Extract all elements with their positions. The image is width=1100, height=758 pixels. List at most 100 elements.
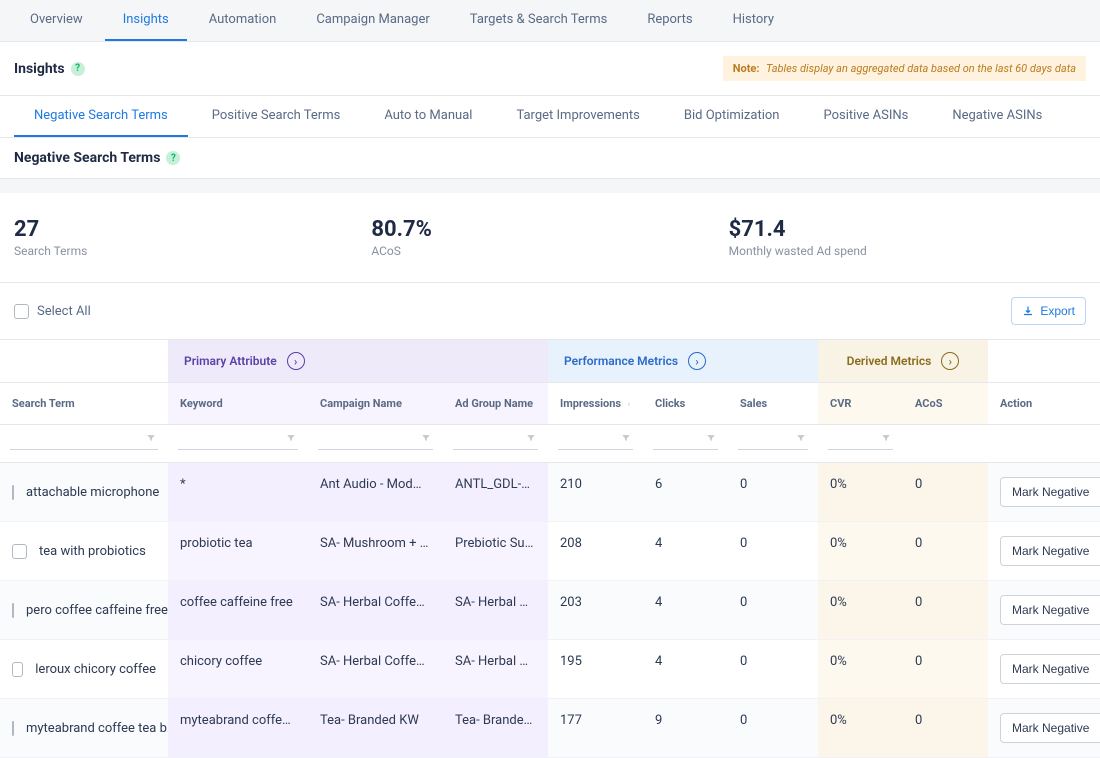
topnav-item-campaign-manager[interactable]: Campaign Manager bbox=[298, 0, 447, 41]
row-checkbox[interactable] bbox=[12, 721, 14, 736]
col-cvr[interactable]: CVR bbox=[818, 383, 903, 425]
cell-cvr: 0% bbox=[818, 699, 903, 758]
topnav-item-insights[interactable]: Insights bbox=[105, 0, 187, 41]
group-action-spacer bbox=[988, 340, 1100, 383]
cell-campaign: Tea- Branded KW bbox=[308, 699, 443, 758]
filter-icon[interactable] bbox=[706, 433, 716, 443]
filter-search-term-input[interactable] bbox=[10, 431, 158, 450]
kpi-row: 27Search Terms80.7%ACoS$71.4Monthly wast… bbox=[0, 193, 1100, 283]
mark-negative-button[interactable]: Mark Negative bbox=[1000, 713, 1100, 743]
download-icon bbox=[1022, 305, 1034, 317]
info-icon[interactable]: ? bbox=[71, 62, 85, 76]
page-title: Insights bbox=[14, 61, 65, 77]
subnav-item-negative-asins[interactable]: Negative ASINs bbox=[932, 96, 1062, 137]
group-primary-label: Primary Attribute bbox=[184, 354, 277, 368]
sort-desc-icon bbox=[627, 399, 631, 409]
subnav-item-auto-to-manual[interactable]: Auto to Manual bbox=[364, 96, 492, 137]
col-search-term[interactable]: Search Term bbox=[0, 383, 168, 425]
filter-keyword bbox=[168, 425, 308, 463]
cell-sales: 0 bbox=[728, 699, 818, 758]
mark-negative-button[interactable]: Mark Negative bbox=[1000, 477, 1100, 507]
topnav-item-history[interactable]: History bbox=[715, 0, 792, 41]
cell-adgroup: Prebiotic SuperBo… bbox=[443, 522, 548, 581]
col-search-term-label: Search Term bbox=[12, 397, 75, 410]
cell-cvr: 0% bbox=[818, 581, 903, 640]
filter-icon[interactable] bbox=[796, 433, 806, 443]
topnav-item-automation[interactable]: Automation bbox=[191, 0, 295, 41]
info-icon[interactable]: ? bbox=[166, 151, 180, 165]
col-action: Action bbox=[988, 383, 1100, 425]
filter-adgroup bbox=[443, 425, 548, 463]
filter-clicks bbox=[643, 425, 728, 463]
topnav-item-reports[interactable]: Reports bbox=[629, 0, 710, 41]
col-impressions[interactable]: Impressions bbox=[548, 383, 643, 425]
cell-search_term: myteabrand coffee tea b… bbox=[0, 699, 168, 758]
col-clicks-label: Clicks bbox=[655, 397, 685, 410]
group-derived[interactable]: Derived Metrics › bbox=[818, 340, 988, 383]
filter-sales bbox=[728, 425, 818, 463]
select-all-label: Select All bbox=[37, 304, 91, 319]
cell-acos: 0 bbox=[903, 522, 988, 581]
filter-icon[interactable] bbox=[421, 433, 431, 443]
group-performance[interactable]: Performance Metrics › bbox=[548, 340, 818, 383]
col-adgroup-label: Ad Group Name bbox=[455, 397, 533, 410]
note-banner: Note: Tables display an aggregated data … bbox=[723, 56, 1086, 81]
subnav-item-positive-search-terms[interactable]: Positive Search Terms bbox=[192, 96, 361, 137]
group-primary[interactable]: Primary Attribute › bbox=[168, 340, 548, 383]
top-nav: OverviewInsightsAutomationCampaign Manag… bbox=[0, 0, 1100, 42]
col-adgroup[interactable]: Ad Group Name bbox=[443, 383, 548, 425]
mark-negative-button[interactable]: Mark Negative bbox=[1000, 536, 1100, 566]
subnav-item-positive-asins[interactable]: Positive ASINs bbox=[803, 96, 928, 137]
cell-acos: 0 bbox=[903, 699, 988, 758]
row-checkbox[interactable] bbox=[12, 485, 14, 500]
select-all[interactable]: Select All bbox=[14, 304, 91, 319]
subnav-item-target-improvements[interactable]: Target Improvements bbox=[496, 96, 659, 137]
section-title: Negative Search Terms bbox=[14, 150, 160, 166]
filter-icon[interactable] bbox=[146, 433, 156, 443]
export-button[interactable]: Export bbox=[1011, 297, 1086, 325]
cell-acos: 0 bbox=[903, 463, 988, 522]
subnav-item-bid-optimization[interactable]: Bid Optimization bbox=[664, 96, 800, 137]
row-checkbox[interactable] bbox=[12, 603, 14, 618]
subnav-item-negative-search-terms[interactable]: Negative Search Terms bbox=[14, 96, 188, 137]
col-campaign[interactable]: Campaign Name bbox=[308, 383, 443, 425]
kpi-value: $71.4 bbox=[729, 217, 1086, 242]
cell-search_term: pero coffee caffeine free bbox=[0, 581, 168, 640]
filter-search-term bbox=[0, 425, 168, 463]
cell-clicks: 9 bbox=[643, 699, 728, 758]
cell-impressions: 208 bbox=[548, 522, 643, 581]
cell-action: Mark Negative bbox=[988, 581, 1100, 640]
select-all-checkbox[interactable] bbox=[14, 304, 29, 319]
mark-negative-button[interactable]: Mark Negative bbox=[1000, 595, 1100, 625]
col-clicks[interactable]: Clicks bbox=[643, 383, 728, 425]
col-acos[interactable]: ACoS bbox=[903, 383, 988, 425]
cell-sales: 0 bbox=[728, 463, 818, 522]
group-spacer bbox=[0, 340, 168, 383]
cell-impressions: 177 bbox=[548, 699, 643, 758]
filter-icon[interactable] bbox=[881, 433, 891, 443]
row-checkbox[interactable] bbox=[12, 662, 23, 677]
filter-icon[interactable] bbox=[621, 433, 631, 443]
cell-adgroup: Tea- Branded- Phr… bbox=[443, 699, 548, 758]
filter-icon[interactable] bbox=[526, 433, 536, 443]
note-label: Note: bbox=[733, 62, 760, 75]
filter-keyword-input[interactable] bbox=[178, 431, 298, 450]
section-header: Negative Search Terms ? bbox=[0, 138, 1100, 179]
cell-campaign: SA- Herbal Coffee- Non Bra… bbox=[308, 581, 443, 640]
filter-campaign-input[interactable] bbox=[318, 431, 433, 450]
filter-icon[interactable] bbox=[286, 433, 296, 443]
col-sales[interactable]: Sales bbox=[728, 383, 818, 425]
cell-campaign: SA- Herbal Coffee- Non Bra… bbox=[308, 640, 443, 699]
col-acos-label: ACoS bbox=[915, 397, 942, 410]
kpi-monthly-wasted-ad-spend: $71.4Monthly wasted Ad spend bbox=[729, 217, 1086, 258]
mark-negative-button[interactable]: Mark Negative bbox=[1000, 654, 1100, 684]
kpi-search-terms: 27Search Terms bbox=[14, 217, 371, 258]
topnav-item-overview[interactable]: Overview bbox=[12, 0, 101, 41]
group-derived-label: Derived Metrics bbox=[847, 354, 932, 368]
col-keyword[interactable]: Keyword bbox=[168, 383, 308, 425]
cell-cvr: 0% bbox=[818, 640, 903, 699]
topnav-item-targets-search-terms[interactable]: Targets & Search Terms bbox=[452, 0, 626, 41]
kpi-value: 80.7% bbox=[371, 217, 728, 242]
row-checkbox[interactable] bbox=[12, 544, 27, 559]
cell-acos: 0 bbox=[903, 581, 988, 640]
